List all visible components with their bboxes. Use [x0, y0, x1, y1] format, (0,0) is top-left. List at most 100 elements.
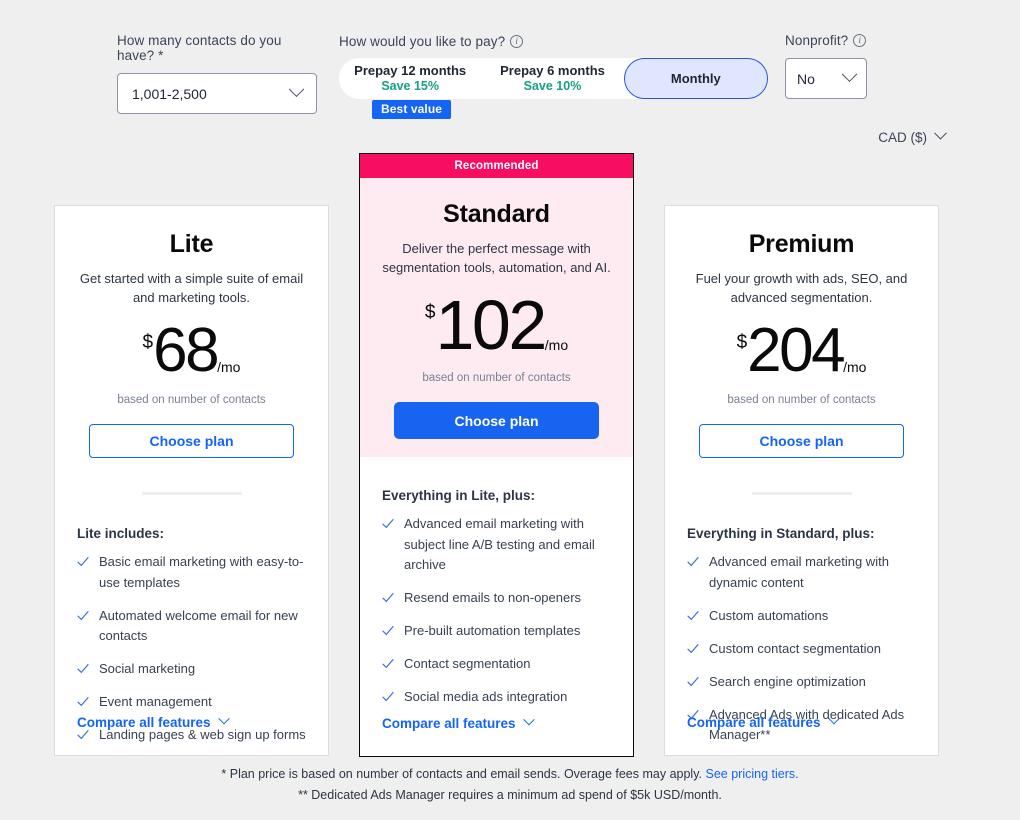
check-icon: [382, 518, 394, 530]
feature-text: Event management: [99, 694, 212, 710]
feature-text: Custom contact segmentation: [709, 640, 881, 656]
pay-option-title: Prepay 6 months: [500, 63, 605, 79]
features-lite: Lite includes: Basic email marketing wit…: [55, 495, 328, 745]
plan-name: Lite: [169, 230, 214, 258]
nonprofit-label: Nonprofit? i: [785, 33, 867, 48]
check-icon: [382, 592, 394, 604]
best-value-badge: Best value: [372, 100, 452, 119]
feature-item: Social media ads integration: [382, 687, 611, 707]
recommended-badge: Recommended: [360, 154, 633, 178]
feature-item: Event management: [77, 692, 306, 712]
compare-all-features-standard[interactable]: Compare all features: [382, 713, 535, 731]
feature-text: Custom automations: [709, 607, 829, 623]
feature-item: Contact segmentation: [382, 654, 611, 674]
chevron-down-icon: [217, 712, 230, 724]
footnotes: * Plan price is based on number of conta…: [0, 764, 1020, 806]
feature-text: Advanced email marketing with subject li…: [404, 516, 595, 572]
plan-card-premium: Premium Fuel your growth with ads, SEO, …: [664, 205, 939, 756]
contacts-select[interactable]: 1,001-2,500: [117, 73, 317, 114]
pricing-page: How many contacts do you have? * 1,001-2…: [0, 0, 1020, 820]
features-heading: Lite includes:: [77, 526, 165, 542]
feature-text: Social marketing: [99, 661, 196, 676]
price-period: /mo: [217, 359, 241, 376]
plan-configurator: How many contacts do you have? * 1,001-2…: [0, 0, 1020, 150]
chevron-down-icon: [288, 81, 305, 98]
pay-option-prepay-12[interactable]: Prepay 12 months Save 15%: [339, 58, 481, 99]
check-icon: [687, 643, 699, 655]
pay-option-savings: Save 15%: [381, 78, 439, 93]
price-amount: 102: [435, 286, 547, 365]
feature-item: Automated welcome email for new contacts: [77, 606, 306, 646]
nonprofit-select-value: No: [797, 70, 815, 87]
footnote-line-1-text: * Plan price is based on number of conta…: [221, 767, 702, 781]
feature-item: Social marketing: [77, 659, 306, 679]
feature-item: Custom contact segmentation: [687, 639, 916, 659]
plan-header-premium: Premium Fuel your growth with ads, SEO, …: [665, 206, 938, 496]
feature-text: Contact segmentation: [404, 656, 531, 672]
plan-price: $ 204 /mo: [665, 320, 938, 382]
choose-plan-button-premium[interactable]: Choose plan: [699, 424, 904, 459]
chevron-down-icon: [827, 712, 840, 724]
feature-text: Search engine optimization: [709, 674, 866, 689]
compare-label: Compare all features: [77, 715, 211, 730]
currency-selector[interactable]: CAD ($): [878, 126, 947, 145]
feature-text: Social media ads integration: [404, 689, 568, 705]
price-note: based on number of contacts: [727, 394, 876, 407]
currency-value: CAD ($): [878, 130, 927, 145]
plan-description: Get started with a simple suite of email…: [79, 271, 304, 305]
price-currency-symbol: $: [424, 302, 436, 324]
pay-option-monthly[interactable]: Monthly: [623, 58, 768, 99]
feature-list: Advanced email marketing with subject li…: [382, 514, 611, 707]
contacts-group: How many contacts do you have? * 1,001-2…: [117, 33, 317, 114]
chevron-down-icon: [934, 126, 947, 140]
price-amount: 204: [747, 316, 845, 386]
feature-item: Custom automations: [687, 606, 916, 626]
payment-frequency-toggle: Prepay 12 months Save 15% Prepay 6 month…: [339, 58, 768, 119]
plan-card-standard: Recommended Standard Deliver the perfect…: [359, 153, 634, 757]
nonprofit-select[interactable]: No: [785, 58, 867, 99]
plan-description: Fuel your growth with ads, SEO, and adva…: [695, 271, 908, 305]
feature-text: Automated welcome email for new contacts: [99, 607, 298, 643]
compare-all-features-lite[interactable]: Compare all features: [77, 712, 230, 730]
features-premium: Everything in Standard, plus: Advanced e…: [665, 495, 938, 745]
see-pricing-tiers-link[interactable]: See pricing tiers.: [705, 767, 798, 781]
footnote-line-1: * Plan price is based on number of conta…: [0, 764, 1020, 785]
feature-item: Pre-built automation templates: [382, 621, 611, 641]
feature-item: Resend emails to non-openers: [382, 588, 611, 608]
feature-text: Advanced email marketing with dynamic co…: [709, 554, 889, 590]
feature-item: Basic email marketing with easy-to-use t…: [77, 552, 306, 592]
check-icon: [687, 556, 699, 568]
pay-option-title: Monthly: [670, 70, 721, 86]
features-heading: Everything in Standard, plus:: [687, 526, 875, 542]
plan-header-standard: Standard Deliver the perfect message wit…: [360, 178, 633, 458]
price-note: based on number of contacts: [117, 394, 266, 407]
compare-label: Compare all features: [382, 716, 516, 731]
choose-plan-button-standard[interactable]: Choose plan: [394, 402, 599, 440]
pay-option-savings: Save 10%: [523, 78, 582, 93]
feature-text: Resend emails to non-openers: [404, 589, 582, 605]
contacts-label: How many contacts do you have? *: [117, 33, 317, 63]
feature-text: Basic email marketing with easy-to-use t…: [99, 554, 304, 590]
check-icon: [77, 729, 89, 741]
feature-text: Pre-built automation templates: [404, 623, 581, 638]
info-icon[interactable]: i: [853, 34, 867, 47]
contacts-select-value: 1,001-2,500: [132, 85, 207, 102]
compare-label: Compare all features: [687, 715, 821, 730]
payment-frequency-label-text: How would you like to pay?: [339, 34, 506, 49]
chevron-down-icon: [841, 66, 858, 83]
nonprofit-label-text: Nonprofit?: [785, 33, 849, 48]
contacts-label-text: How many contacts do you have? *: [117, 33, 282, 63]
features-standard: Everything in Lite, plus: Advanced email…: [360, 457, 633, 707]
choose-plan-button-lite[interactable]: Choose plan: [89, 424, 294, 459]
plan-description: Deliver the perfect message with segment…: [382, 241, 611, 275]
pay-option-prepay-6[interactable]: Prepay 6 months Save 10%: [481, 58, 623, 99]
check-icon: [77, 696, 89, 708]
compare-all-features-premium[interactable]: Compare all features: [687, 712, 840, 730]
check-icon: [687, 676, 699, 688]
check-icon: [77, 663, 89, 675]
plan-price: $ 68 /mo: [55, 320, 328, 382]
plan-price: $ 102 /mo: [360, 290, 633, 360]
check-icon: [77, 610, 89, 622]
info-icon[interactable]: i: [510, 35, 524, 48]
chevron-down-icon: [522, 713, 535, 725]
